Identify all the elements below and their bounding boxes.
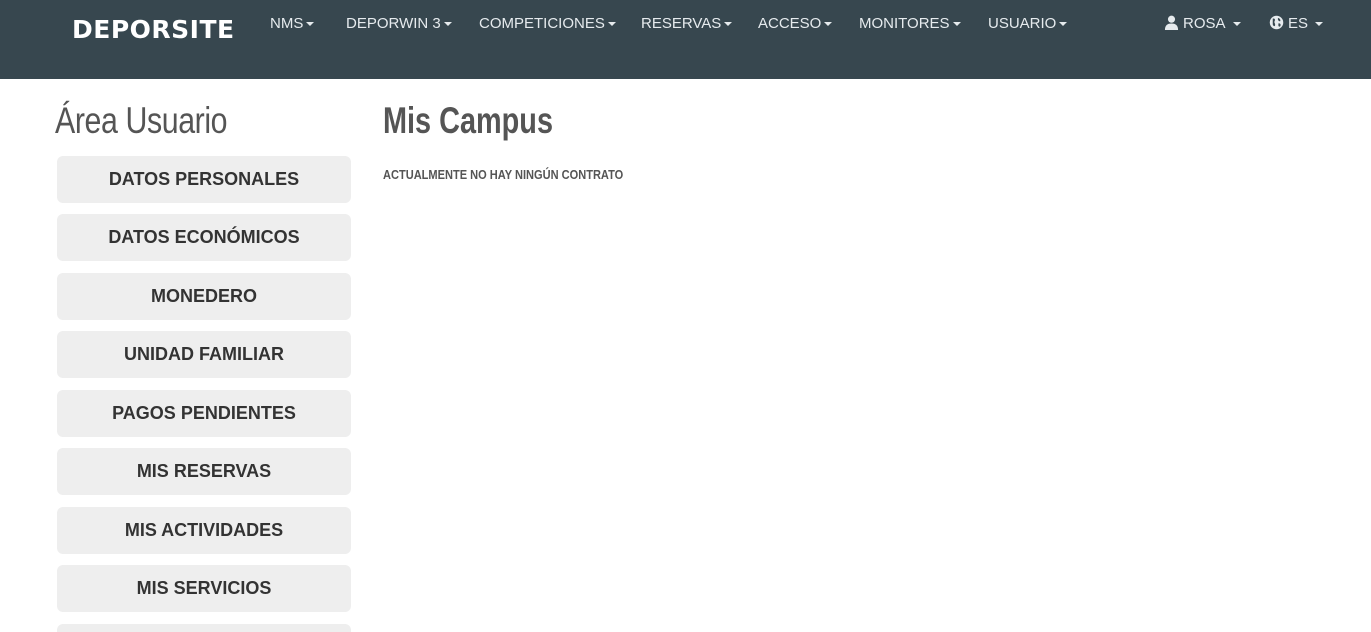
sidebar-item-mis-actividades[interactable]: MIS ACTIVIDADES [57, 507, 351, 554]
user-menu[interactable]: ROSA [1164, 15, 1241, 32]
sidebar-item-mis-reservas[interactable]: MIS RESERVAS [57, 448, 351, 495]
nav-menu-label: COMPETICIONES [479, 15, 605, 32]
sidebar-item-datos-economicos[interactable]: DATOS ECONÓMICOS [57, 214, 351, 261]
nav-menu-acceso[interactable]: ACCESO [758, 15, 833, 32]
user-icon [1164, 15, 1179, 30]
nav-menu-monitores[interactable]: MONITORES [859, 15, 961, 32]
sidebar-item-label: MIS SERVICIOS [136, 578, 272, 598]
page-title: Mis Campus [383, 100, 553, 141]
nav-menu-usuario[interactable]: USUARIO [988, 15, 1068, 32]
sidebar-item-label: DATOS ECONÓMICOS [108, 227, 300, 247]
sidebar-item-label: MONEDERO [150, 286, 257, 306]
nav-menu-label: MONITORES [859, 15, 950, 32]
user-name: ROSA [1183, 15, 1226, 32]
sidebar-item-unidad-familiar[interactable]: UNIDAD FAMILIAR [57, 331, 351, 378]
caret-down-icon [1232, 22, 1241, 27]
nav-menu-label: USUARIO [988, 15, 1057, 32]
caret-down-icon [1059, 22, 1068, 27]
caret-down-icon [306, 22, 315, 27]
caret-down-icon [443, 22, 452, 27]
caret-down-icon [724, 22, 733, 27]
sidebar-item-label: DATOS PERSONALES [108, 169, 300, 189]
sidebar-item-label: UNIDAD FAMILIAR [124, 344, 284, 364]
sidebar-item-datos-personales[interactable]: DATOS PERSONALES [57, 156, 351, 203]
top-navbar: DEPORSITE NMS DEPORWIN 3 COMPETICIONES R… [0, 0, 1371, 79]
brand-logo[interactable]: DEPORSITE [72, 15, 235, 44]
sidebar-item-partial[interactable] [57, 624, 351, 632]
nav-menu-deporwin[interactable]: DEPORWIN 3 [346, 15, 452, 32]
empty-state-message: ACTUALMENTE NO HAY NINGÚN CONTRATO [383, 167, 624, 182]
sidebar-item-mis-servicios[interactable]: MIS SERVICIOS [57, 565, 351, 612]
nav-menu-label: NMS [270, 15, 304, 32]
nav-menu-label: RESERVAS [641, 15, 722, 32]
caret-down-icon [607, 22, 616, 27]
sidebar-item-label: PAGOS PENDIENTES [112, 403, 296, 423]
sidebar-item-monedero[interactable]: MONEDERO [57, 273, 351, 320]
nav-menu-nms[interactable]: NMS [270, 15, 315, 32]
language-menu[interactable]: ES [1269, 15, 1324, 32]
sidebar-item-pagos-pendientes[interactable]: PAGOS PENDIENTES [57, 390, 351, 437]
language-code: ES [1288, 15, 1309, 32]
globe-icon [1269, 15, 1284, 30]
nav-menu-competiciones[interactable]: COMPETICIONES [479, 15, 616, 32]
nav-menu-reservas[interactable]: RESERVAS [641, 15, 733, 32]
nav-menu-label: DEPORWIN 3 [346, 15, 441, 32]
caret-down-icon [1315, 22, 1324, 27]
sidebar-item-label: MIS RESERVAS [136, 461, 272, 481]
nav-menu-label: ACCESO [758, 15, 822, 32]
caret-down-icon [952, 22, 961, 27]
sidebar-title: Área Usuario [55, 100, 228, 141]
caret-down-icon [824, 22, 833, 27]
sidebar-item-label: MIS ACTIVIDADES [124, 520, 284, 540]
